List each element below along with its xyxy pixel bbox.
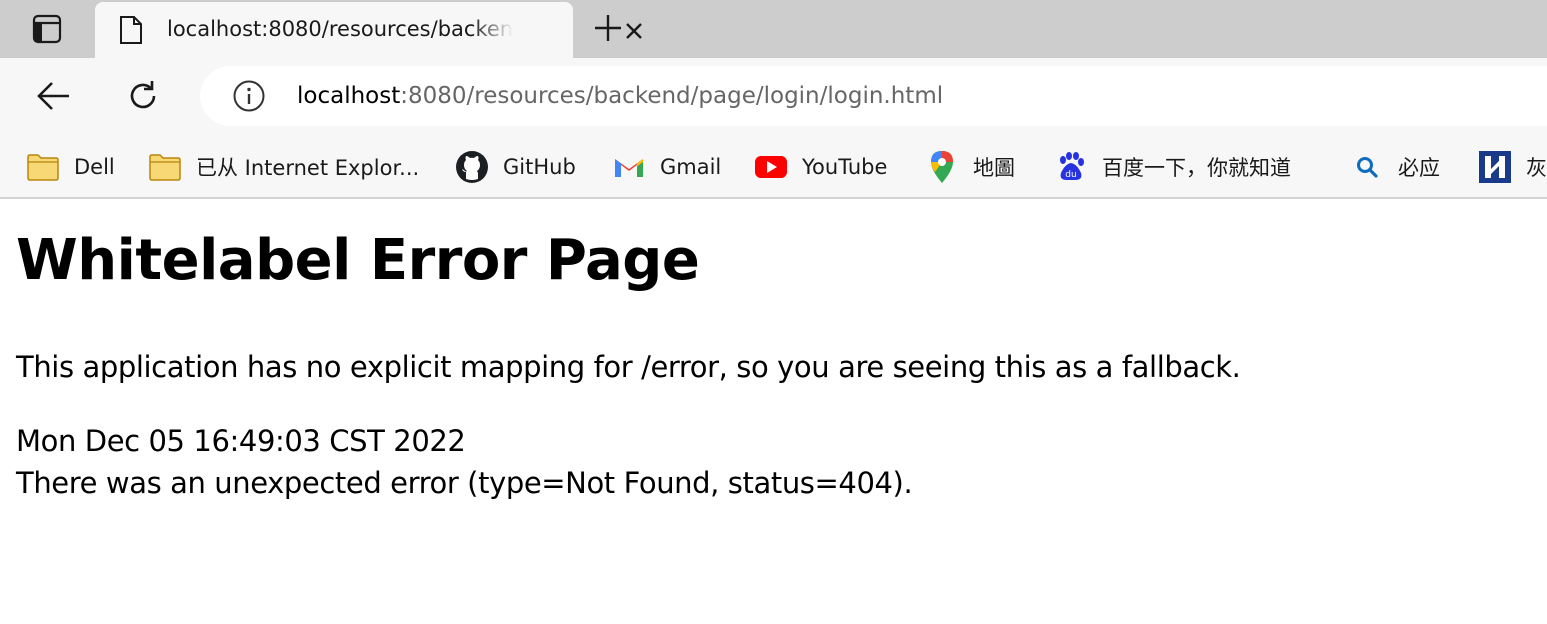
bookmark-label: 已从 Internet Explor... (196, 156, 420, 180)
error-details: There was an unexpected error (type=Not … (16, 466, 913, 500)
bookmark-dell[interactable]: Dell (26, 144, 115, 190)
bookmark-github[interactable]: GitHub (455, 144, 576, 190)
bookmark-label: 灰 (1526, 156, 1547, 180)
bookmark-label: Gmail (660, 155, 722, 179)
bookmark-ie-folder[interactable]: 已从 Internet Explor... (148, 144, 419, 190)
svg-text:du: du (1065, 170, 1076, 180)
bookmark-gmail[interactable]: Gmail (612, 144, 721, 190)
url-host: localhost (297, 83, 401, 109)
bookmark-label: Dell (74, 155, 115, 179)
tab-actions (0, 0, 94, 58)
site-info-icon[interactable] (232, 79, 266, 113)
bing-search-icon (1350, 150, 1384, 184)
bookmark-site[interactable]: 灰 (1478, 144, 1547, 190)
reload-button[interactable] (115, 70, 171, 122)
bookmark-maps[interactable]: 地圖 (925, 144, 1015, 190)
address-bar[interactable]: localhost:8080/resources/backend/page/lo… (200, 66, 1547, 126)
maps-icon (925, 150, 959, 184)
github-icon (455, 150, 489, 184)
bookmark-baidu[interactable]: du 百度一下，你就知道 (1054, 144, 1291, 190)
bookmark-youtube[interactable]: YouTube (754, 144, 887, 190)
tab-actions-icon (32, 14, 62, 44)
youtube-icon (754, 150, 788, 184)
folder-icon (148, 150, 182, 184)
browser-toolbar: localhost:8080/resources/backend/page/lo… (0, 58, 1547, 136)
bookmark-bing[interactable]: 必应 (1350, 144, 1440, 190)
tab-title: localhost:8080/resources/backend/page/lo… (167, 17, 513, 41)
tab-actions-button[interactable] (24, 7, 70, 51)
error-message: This application has no explicit mapping… (16, 350, 1241, 384)
bookmark-label: YouTube (802, 155, 888, 179)
bookmark-label: GitHub (503, 155, 576, 179)
plus-icon (595, 15, 621, 41)
url-text[interactable]: localhost:8080/resources/backend/page/lo… (297, 80, 943, 112)
gmail-icon (612, 150, 646, 184)
active-tab[interactable]: localhost:8080/resources/backend/page/lo… (95, 2, 642, 58)
folder-icon (26, 150, 60, 184)
page-content: Whitelabel Error Page This application h… (16, 220, 1536, 500)
baidu-icon: du (1054, 150, 1088, 184)
page-title: Whitelabel Error Page (16, 228, 700, 293)
bookmark-label: 地圖 (973, 156, 1015, 180)
back-button[interactable] (26, 70, 82, 122)
bookmark-label: 百度一下，你就知道 (1102, 156, 1291, 180)
tab-strip: localhost:8080/resources/backend/page/lo… (0, 0, 1547, 58)
site-icon (1478, 150, 1512, 184)
url-path: :8080/resources/backend/page/login/login… (400, 83, 944, 109)
reload-icon (130, 81, 156, 109)
back-arrow-icon (37, 82, 69, 110)
bookmarks-bar: Dell 已从 Internet Explor... GitHub Gmail … (0, 136, 1547, 199)
bookmark-label: 必应 (1398, 156, 1440, 180)
new-tab-button[interactable] (586, 8, 630, 48)
error-timestamp: Mon Dec 05 16:49:03 CST 2022 (16, 424, 466, 458)
page-icon (117, 14, 145, 46)
